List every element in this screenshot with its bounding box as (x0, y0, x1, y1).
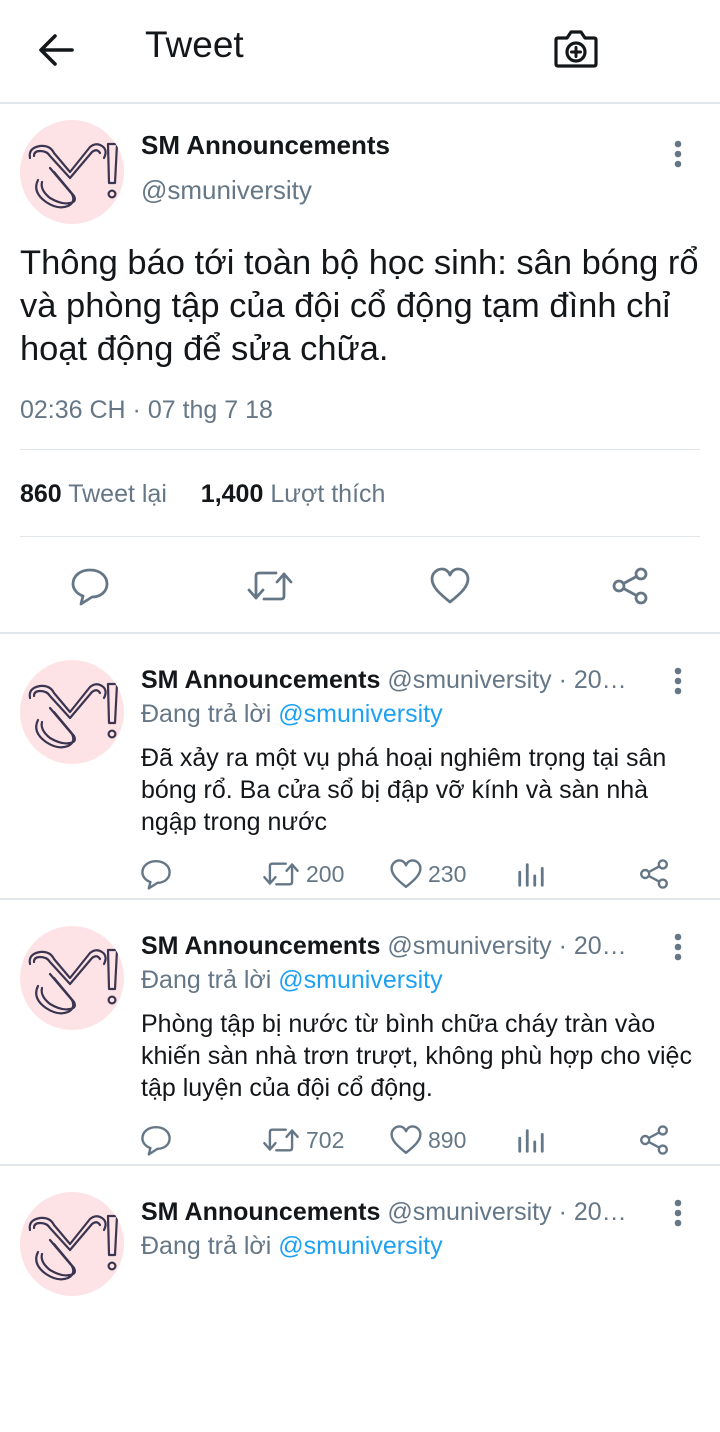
reply-icon (71, 568, 109, 606)
retweet-icon (247, 571, 293, 601)
heart-icon (390, 1125, 422, 1154)
reply-icon (141, 860, 171, 890)
replying-to: Đang trả lời @smuniversity (141, 966, 443, 995)
sm-logo-icon (28, 948, 119, 1015)
share-button[interactable] (610, 566, 650, 606)
camera-button[interactable] (553, 27, 599, 71)
author-name[interactable]: SM Announcements (141, 666, 380, 694)
heart-icon (430, 567, 470, 604)
avatar[interactable] (20, 1192, 124, 1296)
reply-button[interactable] (140, 856, 172, 892)
reply-header: SM Announcements @smuniversity · 20… (141, 932, 661, 961)
share-icon (612, 567, 648, 605)
share-button[interactable] (638, 1122, 670, 1158)
like-button[interactable]: 890 (390, 1122, 466, 1158)
share-button[interactable] (638, 856, 670, 892)
author-handle[interactable]: @smuniversity (141, 175, 312, 206)
page-title: Tweet (145, 24, 244, 65)
like-button[interactable] (430, 566, 470, 606)
replying-to: Đang trả lời @smuniversity (141, 700, 443, 729)
tweet-timestamp: 02:36 CH · 07 thg 7 18 (20, 396, 273, 424)
reply-tweet[interactable]: SM Announcements @smuniversity · 20… Đan… (0, 900, 720, 1166)
reply-button[interactable] (70, 566, 110, 606)
tweet-stats: 860 Tweet lại 1,400 Lượt thích (20, 480, 385, 509)
likes-count: 1,400 (200, 480, 264, 508)
retweets-stat[interactable]: 860 Tweet lại (20, 480, 174, 508)
sm-logo-icon (28, 682, 119, 749)
tweet-text: Thông báo tới toàn bộ học sinh: sân bóng… (20, 244, 699, 368)
author-name[interactable]: SM Announcements (141, 1198, 380, 1226)
tweet-text: Đã xảy ra một vụ phá hoại nghiêm trọng t… (141, 744, 667, 836)
like-count: 890 (428, 1126, 467, 1153)
top-bar: Tweet (0, 0, 720, 104)
avatar[interactable] (20, 660, 124, 764)
tweet-text: Phòng tập bị nước từ bình chữa cháy tràn… (141, 1010, 692, 1102)
share-icon (640, 859, 668, 889)
retweet-count: 702 (306, 1126, 345, 1153)
retweets-count: 860 (20, 480, 62, 508)
bar-chart-icon (518, 863, 544, 887)
like-count: 230 (428, 860, 467, 887)
author-name[interactable]: SM Announcements (141, 130, 390, 161)
analytics-button[interactable] (516, 1122, 546, 1158)
mention-link[interactable]: @smuniversity (278, 1232, 442, 1260)
divider (20, 449, 700, 450)
more-vertical-icon (674, 1199, 682, 1227)
heart-icon (390, 859, 422, 888)
replying-prefix: Đang trả lời (141, 700, 272, 728)
avatar[interactable] (20, 926, 124, 1030)
tweet-actions: 200 230 (0, 856, 720, 892)
more-options-button[interactable] (666, 137, 690, 171)
sm-logo-icon (28, 1214, 119, 1281)
camera-plus-icon (554, 30, 598, 68)
retweet-button[interactable]: 702 (262, 1122, 344, 1158)
more-options-button[interactable] (666, 1196, 690, 1230)
replying-prefix: Đang trả lời (141, 1232, 272, 1260)
retweet-button[interactable]: 200 (262, 856, 344, 892)
avatar[interactable] (20, 120, 124, 224)
author-handle[interactable]: @smuniversity · 20… (387, 932, 626, 960)
reply-header: SM Announcements @smuniversity · 20… (141, 666, 661, 695)
more-vertical-icon (674, 933, 682, 961)
arrow-left-icon (39, 34, 74, 66)
sm-logo-icon (28, 142, 119, 209)
tweet-actions: 702 890 (0, 1122, 720, 1158)
reply-button[interactable] (140, 1122, 172, 1158)
bar-chart-icon (518, 1129, 544, 1153)
reply-icon (141, 1126, 171, 1156)
retweet-button[interactable] (246, 566, 294, 606)
reply-tweet[interactable]: SM Announcements @smuniversity · 20… Đan… (0, 1166, 720, 1432)
reply-header: SM Announcements @smuniversity · 20… (141, 1198, 661, 1227)
like-button[interactable]: 230 (390, 856, 466, 892)
retweet-icon (263, 862, 299, 886)
share-icon (640, 1125, 668, 1155)
retweet-icon (263, 1128, 299, 1152)
author-handle[interactable]: @smuniversity · 20… (387, 666, 626, 694)
main-tweet: SM Announcements @smuniversity Thông báo… (0, 104, 720, 634)
back-button[interactable] (36, 30, 76, 70)
more-options-button[interactable] (666, 664, 690, 698)
analytics-button[interactable] (516, 856, 546, 892)
mention-link[interactable]: @smuniversity (278, 700, 442, 728)
more-vertical-icon (674, 667, 682, 695)
mention-link[interactable]: @smuniversity (278, 966, 442, 994)
likes-stat[interactable]: 1,400 Lượt thích (201, 480, 386, 508)
retweets-label: Tweet lại (68, 480, 167, 508)
author-name[interactable]: SM Announcements (141, 932, 380, 960)
replying-prefix: Đang trả lời (141, 966, 272, 994)
likes-label: Lượt thích (270, 480, 386, 508)
more-options-button[interactable] (666, 930, 690, 964)
divider (20, 536, 700, 537)
more-vertical-icon (674, 140, 682, 168)
reply-tweet[interactable]: SM Announcements @smuniversity · 20… Đan… (0, 634, 720, 900)
author-handle[interactable]: @smuniversity · 20… (387, 1198, 626, 1226)
retweet-count: 200 (306, 860, 345, 887)
